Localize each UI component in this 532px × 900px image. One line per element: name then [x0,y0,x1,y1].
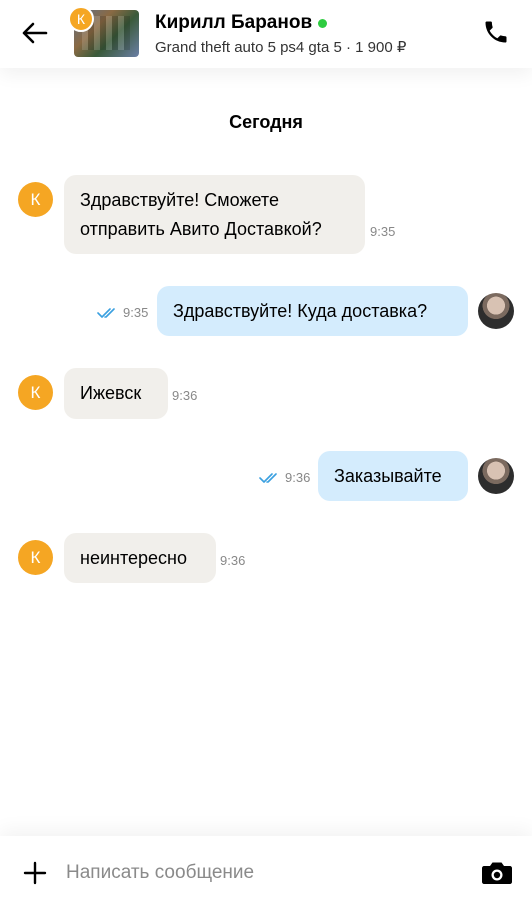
my-avatar [478,293,514,329]
message-status: 9:35 [97,305,148,320]
message-bubble-incoming: Здравствуйте! Сможете отправить Авито До… [64,175,365,254]
message-time: 9:36 [172,388,198,403]
double-check-icon [259,472,277,483]
message-input[interactable] [66,860,446,886]
message-bubble-outgoing: Здравствуйте! Куда доставка? [157,286,468,336]
double-check-icon [97,307,115,318]
message-time: 9:36 [220,553,246,568]
message-text-line: Здравствуйте! Сможете [80,190,279,210]
call-button[interactable] [480,16,512,48]
message-time: 9:36 [285,470,311,485]
contact-name[interactable]: Кирилл Баранов [155,12,328,34]
message-status: 9:36 [259,470,310,485]
message-text-line: отправить Авито Доставкой? [80,219,322,239]
online-status-dot [318,18,328,28]
contact-avatar: К [68,6,94,32]
camera-icon [482,862,512,884]
chat-header: К Кирилл Баранов Grand theft auto 5 ps4 … [0,0,532,68]
arrow-left-icon [22,22,48,44]
message-composer [0,836,532,900]
plus-icon [23,861,47,885]
back-button[interactable] [18,16,52,50]
date-separator: Сегодня [229,112,303,132]
message-bubble-incoming: неинтересно [64,533,216,583]
camera-button[interactable] [480,858,514,888]
message-time: 9:35 [123,305,149,320]
contact-name-text: Кирилл Баранов [155,12,313,33]
sender-avatar[interactable]: К [18,540,53,575]
message-bubble-incoming: Ижевск [64,368,168,419]
my-avatar [478,458,514,494]
sender-avatar[interactable]: К [18,375,53,410]
phone-icon [485,21,507,43]
listing-title-price[interactable]: Grand theft auto 5 ps4 gta 5 · 1 900 ₽ [155,38,406,56]
add-attachment-button[interactable] [20,858,50,888]
message-bubble-outgoing: Заказывайте [318,451,468,501]
sender-avatar[interactable]: К [18,182,53,217]
message-time: 9:35 [370,224,396,239]
